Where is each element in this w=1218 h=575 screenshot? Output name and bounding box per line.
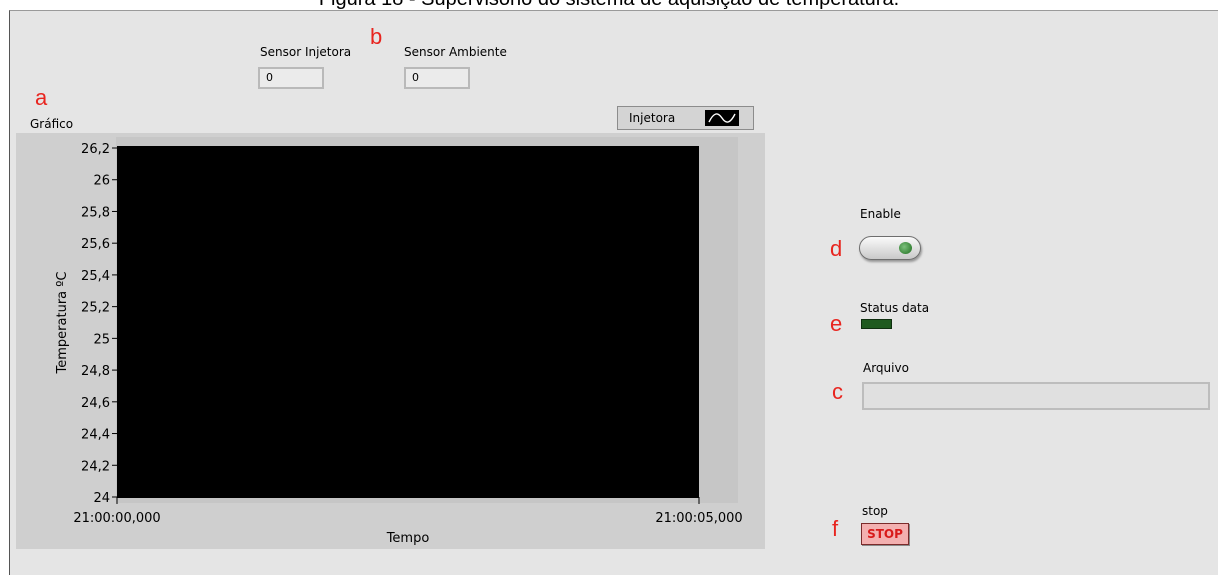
y-tick-label: 26,2 (81, 142, 110, 157)
y-axis-label: Temperatura ºC (55, 272, 70, 375)
stop-label: stop (862, 504, 888, 518)
y-tick-label: 25,8 (81, 205, 110, 220)
status-data-label: Status data (860, 301, 930, 315)
y-tick-label: 25 (93, 332, 110, 347)
status-data-led (861, 319, 892, 329)
y-tick-label: 25,2 (81, 301, 110, 316)
y-tick-label: 24 (93, 491, 110, 506)
enable-label: Enable (860, 207, 901, 221)
y-tick-label: 25,4 (81, 269, 110, 284)
enable-led-icon (899, 242, 912, 254)
x-tick-label: 21:00:00,000 (73, 511, 160, 526)
y-tick-label: 25,6 (81, 237, 110, 252)
arquivo-path-field[interactable] (862, 382, 1210, 410)
stop-button[interactable]: STOP (861, 523, 909, 545)
y-tick-label: 24,6 (81, 396, 110, 411)
y-tick-label: 24,8 (81, 364, 110, 379)
arquivo-label: Arquivo (863, 361, 909, 375)
y-tick-label: 24,4 (81, 428, 110, 443)
enable-toggle-button[interactable] (859, 236, 921, 260)
y-tick-label: 26 (93, 174, 110, 189)
chart-axes: 24 24,2 24,4 24,6 24,8 25 25,2 25,4 25,6 25,8 26 26… (55, 142, 743, 546)
stop-button-text: STOP (867, 527, 903, 541)
x-axis-label: Tempo (386, 531, 430, 546)
x-tick-label: 21:00:05,000 (655, 511, 742, 526)
y-tick-label: 24,2 (81, 459, 110, 474)
